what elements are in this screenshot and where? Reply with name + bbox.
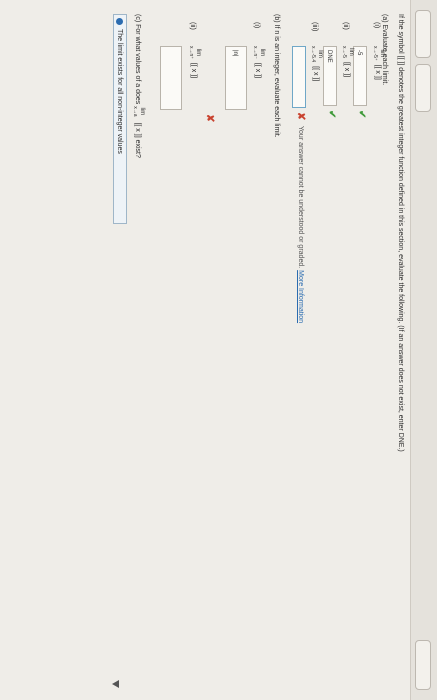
part-b-label: (b) (273, 14, 280, 23)
x-mark-icon: ✘ (204, 114, 215, 123)
b-i-answer-input[interactable]: |n| (225, 46, 247, 110)
more-information-link[interactable]: More Information (297, 270, 304, 323)
floor-expr: [[ x ]] (343, 61, 351, 78)
a-ii-answer-input[interactable]: DNE (323, 46, 337, 106)
lim-approach: x→-5.4 (310, 46, 316, 63)
lim-word: lim (348, 48, 354, 56)
x-mark-icon: ✘ (295, 112, 306, 121)
photo-frame: If the symbol [[ ]] denotes the greatest… (0, 0, 437, 700)
floor-expr: [[ x ]] (374, 64, 382, 80)
b-ii-number: (ii) (189, 22, 196, 30)
part-a-label: (a) (381, 14, 388, 23)
toolbar-tab[interactable] (415, 64, 431, 112)
lim-approach: x→-5⁺ (372, 46, 378, 61)
b-ii-answer-input[interactable] (160, 46, 182, 110)
a-ii-limit: lim x→-5 [[ x ]] (340, 46, 354, 77)
top-toolbar (410, 0, 437, 700)
mouse-cursor-icon (112, 680, 119, 688)
a-i-answer-input[interactable]: -5 (353, 46, 367, 106)
a-i-number: (i) (373, 22, 380, 29)
question-page: If the symbol [[ ]] denotes the greatest… (0, 0, 437, 700)
check-icon: ✔ (326, 110, 337, 119)
question-intro: If the symbol [[ ]] denotes the greatest… (397, 14, 404, 452)
check-icon: ✔ (356, 110, 367, 119)
toolbar-tab[interactable] (415, 10, 431, 58)
lim-approach: x→a (132, 106, 138, 117)
lim-word: lim (195, 48, 201, 57)
part-c-label: (c) (134, 14, 142, 23)
part-c-question: (c) For what values of a does lim x→a [[ … (131, 14, 145, 158)
a-iii-limit: lim x→-5.4 [[ x ]] (309, 46, 323, 81)
part-a-heading: (a) Evaluate each limit. (379, 14, 389, 674)
a-ii-number: (ii) (342, 22, 349, 30)
lim-word: lim (379, 49, 385, 58)
error-text: Your answer cannot be understood or grad… (297, 126, 304, 269)
toolbar-tab[interactable] (415, 640, 431, 690)
question-content: If the symbol [[ ]] denotes the greatest… (375, 14, 405, 674)
lim-approach: x→n⁻ (252, 46, 258, 59)
a-iii-number: (iii) (311, 22, 318, 32)
lim-word: lim (317, 50, 323, 58)
floor-expr: [[ x ]] (254, 62, 262, 79)
radio-selected-icon[interactable] (116, 18, 123, 25)
floor-expr: [[ x ]] (190, 62, 198, 79)
floor-expr: [[ x ]] (134, 122, 142, 138)
selected-option-row[interactable]: The limit exists for all non-integer val… (113, 14, 127, 224)
part-b-heading: (b) If n is an integer, evaluate each li… (273, 14, 280, 138)
b-i-number: (i) (253, 22, 260, 29)
b-ii-limit: lim x→n⁺ [[ x ]] (187, 46, 201, 78)
selected-option-text: The limit exists for all non-integer val… (116, 29, 123, 154)
part-c-prompt-pre: For what values of a does (134, 24, 142, 105)
a-i-limit: lim x→-5⁺ [[ x ]] (371, 46, 385, 80)
floor-expr: [[ x ]] (312, 66, 320, 82)
lim-word: lim (139, 107, 145, 116)
a-iii-answer-input[interactable] (292, 46, 306, 108)
lim-approach: x→n⁺ (188, 46, 194, 59)
error-message: Your answer cannot be understood or grad… (297, 126, 304, 323)
lim-word: lim (259, 48, 265, 57)
part-c-prompt-post: exist? (134, 139, 142, 158)
part-b-instruction: If n is an integer, evaluate each limit. (273, 24, 280, 138)
lim-approach: x→-5 (341, 46, 347, 58)
b-i-limit: lim x→n⁻ [[ x ]] (251, 46, 265, 78)
